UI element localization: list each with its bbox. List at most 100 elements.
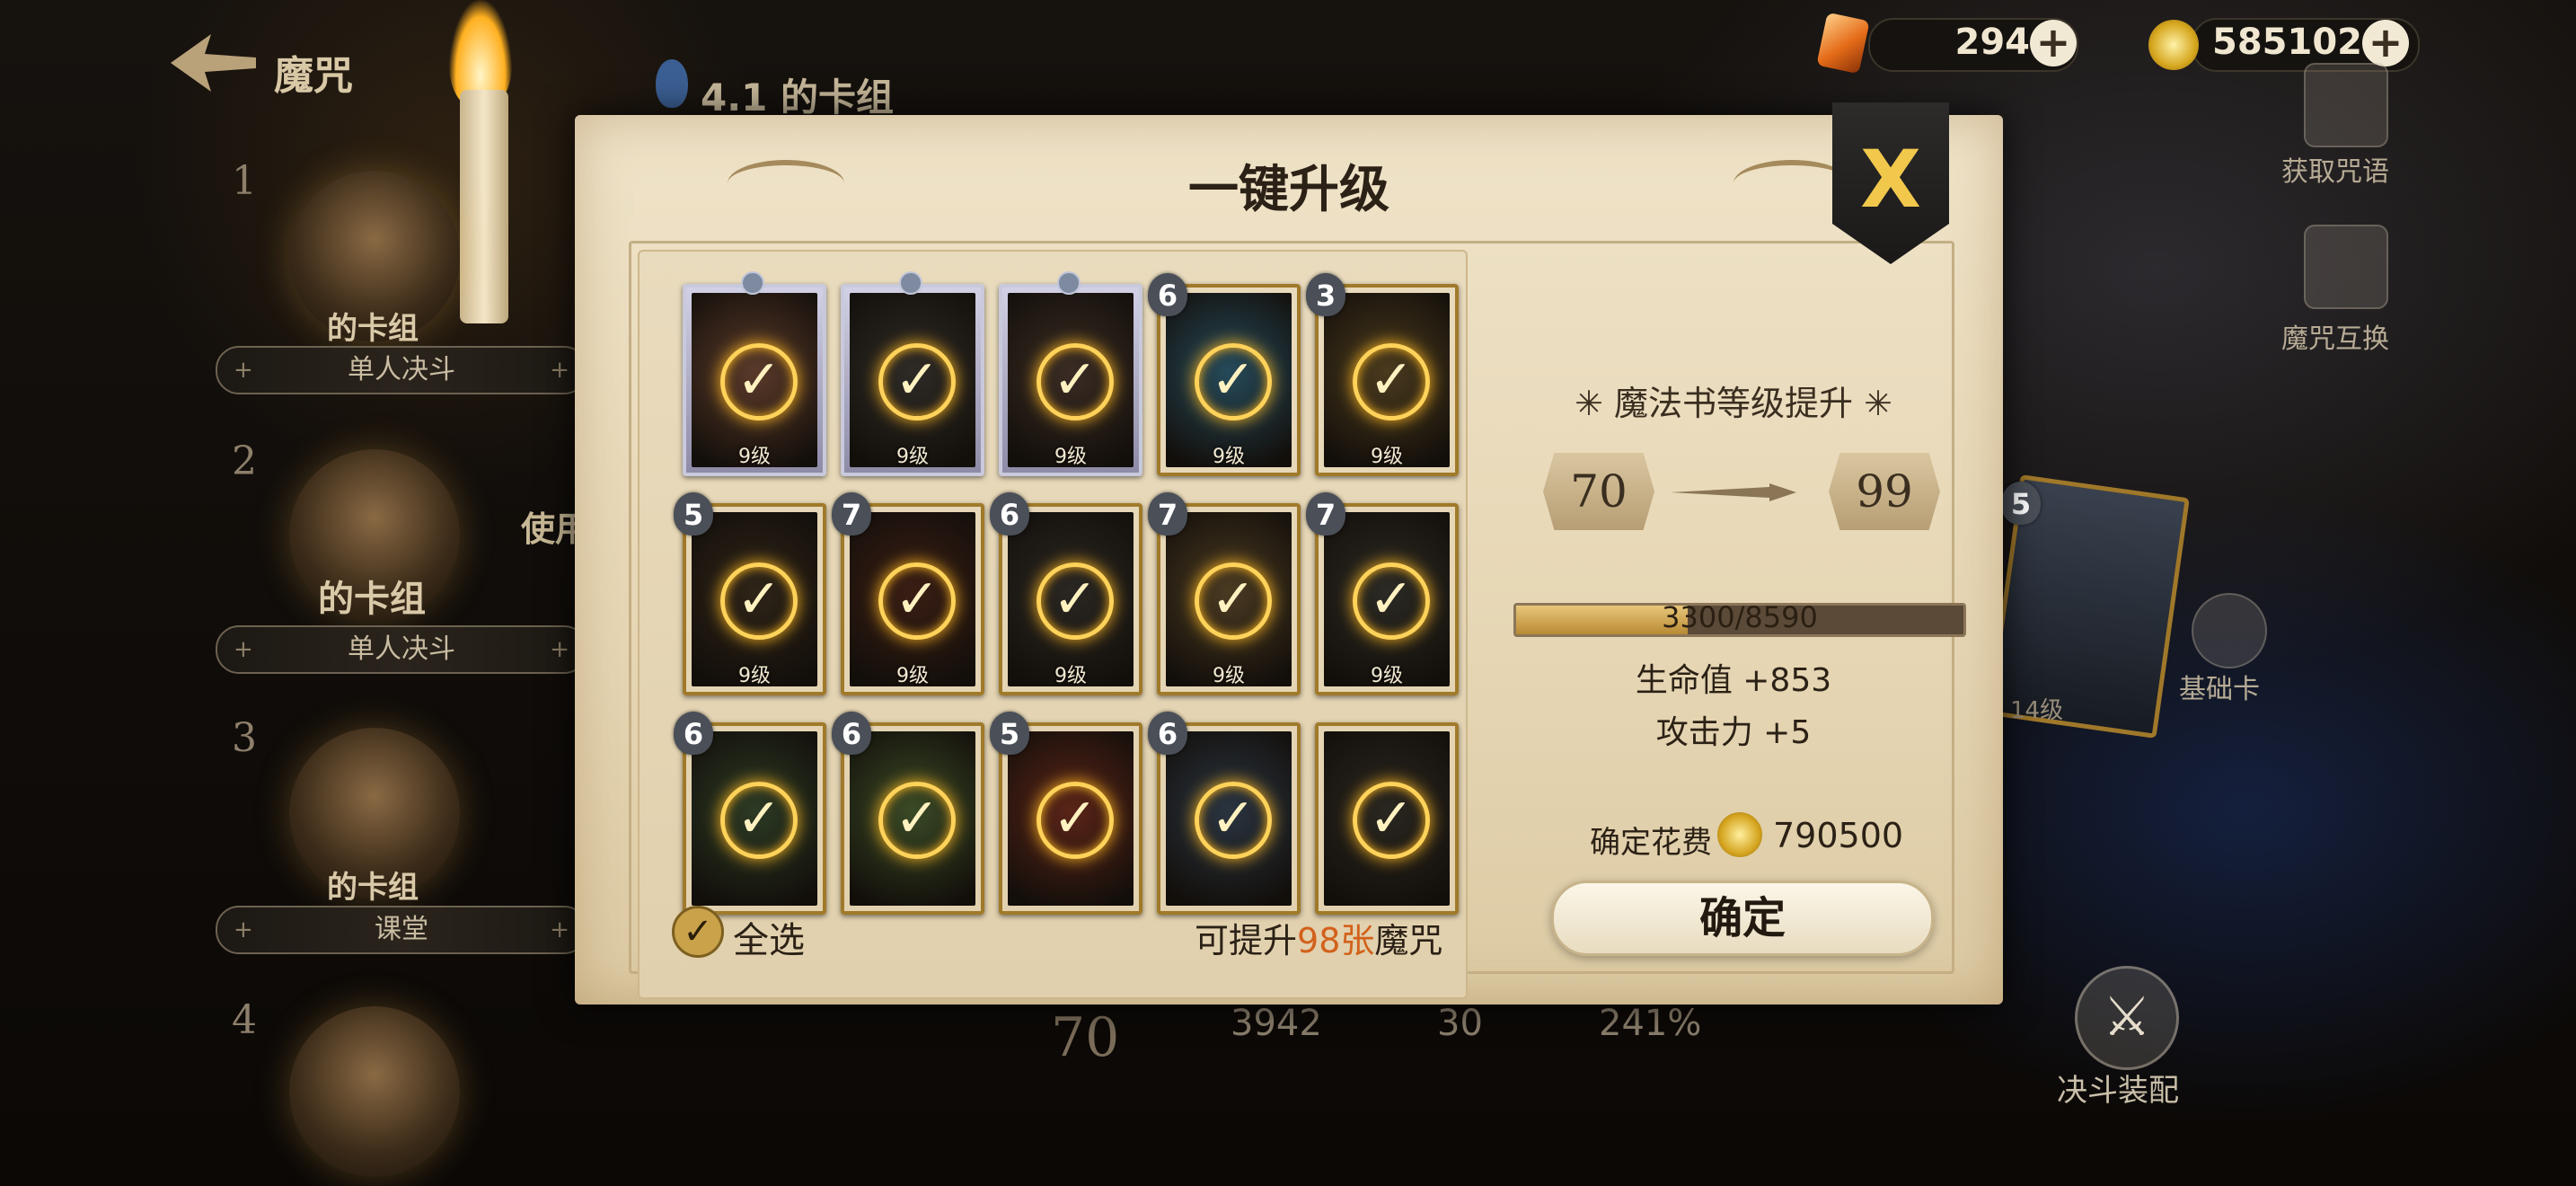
card-cost-badge: 6 — [1148, 273, 1187, 316]
card-level: 9级 — [1213, 446, 1245, 468]
level-to-badge: 99 — [1829, 453, 1940, 530]
back-title: 魔咒 — [274, 53, 353, 99]
card-check-icon[interactable]: ✓ — [720, 782, 798, 859]
bottom-level: 70 — [1051, 1006, 1120, 1069]
coin-icon — [2148, 20, 2199, 70]
card-check-icon[interactable]: ✓ — [1353, 782, 1430, 859]
card-check-icon[interactable]: ✓ — [1353, 343, 1430, 420]
get-spell-label[interactable]: 获取咒语 — [2281, 149, 2389, 189]
candle — [460, 90, 508, 323]
card-check-icon[interactable]: ✓ — [1353, 562, 1430, 640]
exp-progress-text: 3300/8590 — [1662, 600, 1818, 634]
confirm-button[interactable]: 确定 — [1551, 881, 1934, 956]
card-cost-badge: 7 — [832, 492, 871, 535]
card-level: 9级 — [1371, 446, 1403, 468]
deck-mode-bar[interactable]: + 课堂 + — [216, 906, 587, 954]
card-cost-badge: 7 — [1148, 492, 1187, 535]
deck-mode-bar[interactable]: + 单人决斗 + — [216, 346, 587, 394]
select-all-label[interactable]: 全选 — [733, 911, 805, 963]
card-cost-badge: 6 — [832, 712, 871, 755]
deck-mode-label: 单人决斗 — [348, 633, 455, 665]
deck-mode-bar[interactable]: + 单人决斗 + — [216, 625, 587, 674]
back-arrow-icon[interactable] — [162, 27, 260, 99]
card-level: 9级 — [738, 446, 771, 468]
add-coins-button[interactable]: + — [2362, 20, 2409, 66]
card-check-icon[interactable]: ✓ — [1037, 782, 1114, 859]
bottom-stat3: 241% — [1599, 1003, 1702, 1044]
card-level: 9级 — [896, 665, 929, 687]
card-cost-badge: 5 — [674, 492, 713, 535]
spell-card[interactable]: ✓ — [1315, 722, 1459, 915]
deck-portrait[interactable] — [289, 1006, 460, 1177]
card-cost-badge: 6 — [990, 492, 1029, 535]
card-gem-icon — [741, 271, 764, 295]
arrow-right-icon — [1671, 483, 1796, 501]
bottom-stat2: 30 — [1437, 1003, 1483, 1044]
card-cost-badge: 3 — [1306, 273, 1345, 316]
spellbook-upgrade-title: ✳ 魔法书等级提升 ✳ — [1575, 384, 1892, 423]
card-check-icon[interactable]: ✓ — [1195, 782, 1272, 859]
deck-label: 的卡组 — [318, 579, 426, 620]
gem-value: 294 — [1954, 22, 2031, 63]
coin-value: 585102 — [2212, 22, 2362, 63]
deck-flame-icon — [656, 59, 688, 108]
deck-title: 4.1 的卡组 — [701, 75, 895, 119]
card-check-icon[interactable]: ✓ — [878, 782, 956, 859]
card-level: 9级 — [1054, 665, 1087, 687]
card-check-icon[interactable]: ✓ — [1037, 343, 1114, 420]
deck-mode-label: 课堂 — [375, 914, 428, 945]
get-spell-icon[interactable] — [2304, 63, 2388, 147]
deck-label: 的卡组 — [327, 311, 419, 347]
upgrade-modal: 一键升级 X ✓ 9级 ✓ 9级 ✓ 9级 ✓ 9级 6 ✓ 9级 3 ✓ 9级 5 ✓ 9级 7 ✓ 9级 6 ✓ 9级 7… — [575, 102, 2003, 1005]
spell-card[interactable]: ✓ 9级 — [683, 284, 826, 476]
deck-label: 的卡组 — [327, 870, 419, 906]
upgrade-prefix: 可提升 — [1195, 921, 1298, 960]
deck-number: 1 — [232, 158, 257, 204]
duel-equip-label[interactable]: 决斗装配 — [2057, 1066, 2179, 1110]
deck-mode-label: 单人决斗 — [348, 354, 455, 385]
card-level: 9级 — [738, 665, 771, 687]
card-check-icon[interactable]: ✓ — [720, 562, 798, 640]
basic-card-icon[interactable] — [2192, 593, 2267, 668]
swap-spell-label[interactable]: 魔咒互换 — [2281, 316, 2389, 356]
atk-gain: 攻击力 +5 — [1655, 714, 1812, 751]
card-check-icon[interactable]: ✓ — [878, 562, 956, 640]
bottom-power: 3942 — [1231, 1003, 1322, 1044]
card-grid: ✓ 9级 ✓ 9级 ✓ 9级 ✓ 9级 6 ✓ 9级 3 ✓ 9级 5 ✓ 9级 7 ✓ 9级 6 ✓ 9级 7 ✓ 9级 7 ✓ 6 ✓… — [575, 115, 2003, 1005]
spell-card[interactable]: ✓ 9级 — [841, 284, 984, 476]
card-level: 9级 — [1213, 665, 1245, 687]
swap-spell-icon[interactable] — [2304, 225, 2388, 309]
upgrade-count: 98张 — [1297, 921, 1375, 960]
upgrade-suffix: 魔咒 — [1374, 921, 1443, 960]
card-check-icon[interactable]: ✓ — [1037, 562, 1114, 640]
card-cost-badge: 5 — [990, 712, 1029, 755]
upgrade-summary: 可提升98张魔咒 — [1195, 913, 1442, 962]
card-gem-icon — [1057, 271, 1081, 295]
card-check-icon[interactable]: ✓ — [720, 343, 798, 420]
card-check-icon[interactable]: ✓ — [1195, 562, 1272, 640]
deck-number: 4 — [232, 997, 257, 1043]
side-card-level: 14级 — [2010, 697, 2064, 724]
card-level: 9级 — [896, 446, 929, 468]
duel-equip-icon[interactable]: ⚔ — [2075, 966, 2179, 1070]
card-level: 9级 — [1054, 446, 1087, 468]
card-cost-badge: 6 — [1148, 712, 1187, 755]
card-cost-badge: 6 — [674, 712, 713, 755]
deck-number: 2 — [232, 438, 257, 484]
add-gems-button[interactable]: + — [2030, 20, 2077, 66]
card-check-icon[interactable]: ✓ — [878, 343, 956, 420]
basic-card-label[interactable]: 基础卡 — [2179, 667, 2260, 706]
deck-number: 3 — [232, 715, 257, 761]
level-from-badge: 70 — [1543, 453, 1654, 530]
select-all-checkbox[interactable]: ✓ — [672, 906, 724, 958]
card-level: 9级 — [1371, 665, 1403, 687]
spell-card[interactable]: ✓ 9级 — [999, 284, 1142, 476]
cost-label: 确定花费 — [1590, 825, 1712, 861]
cost-value: 790500 — [1773, 816, 1904, 855]
coin-icon — [1717, 812, 1762, 857]
card-check-icon[interactable]: ✓ — [1195, 343, 1272, 420]
side-card-cost: 5 — [2001, 482, 2041, 525]
card-gem-icon — [899, 271, 922, 295]
hp-gain: 生命值 +853 — [1635, 662, 1832, 699]
card-cost-badge: 7 — [1306, 492, 1345, 535]
